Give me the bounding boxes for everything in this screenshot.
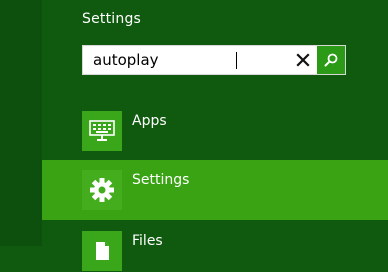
result-apps[interactable]: Apps xyxy=(82,110,167,152)
search-input[interactable] xyxy=(83,46,287,74)
keyboard-icon xyxy=(89,120,115,141)
search-box[interactable] xyxy=(82,45,346,75)
clear-button[interactable] xyxy=(289,46,317,74)
result-label: Settings xyxy=(132,172,190,188)
settings-tile xyxy=(82,170,122,210)
files-tile xyxy=(82,231,122,271)
search-button[interactable] xyxy=(317,46,345,74)
left-edge-strip xyxy=(0,0,42,246)
result-settings[interactable]: Settings xyxy=(82,169,189,211)
panel-title: Settings xyxy=(82,11,142,27)
result-label: Files xyxy=(132,233,163,249)
result-label: Apps xyxy=(132,113,167,129)
search-icon xyxy=(324,53,338,67)
result-files[interactable]: Files xyxy=(82,230,163,272)
document-icon xyxy=(96,242,109,260)
text-caret xyxy=(236,52,237,69)
close-icon xyxy=(296,53,310,67)
apps-tile xyxy=(82,111,122,151)
gear-icon xyxy=(90,178,114,202)
